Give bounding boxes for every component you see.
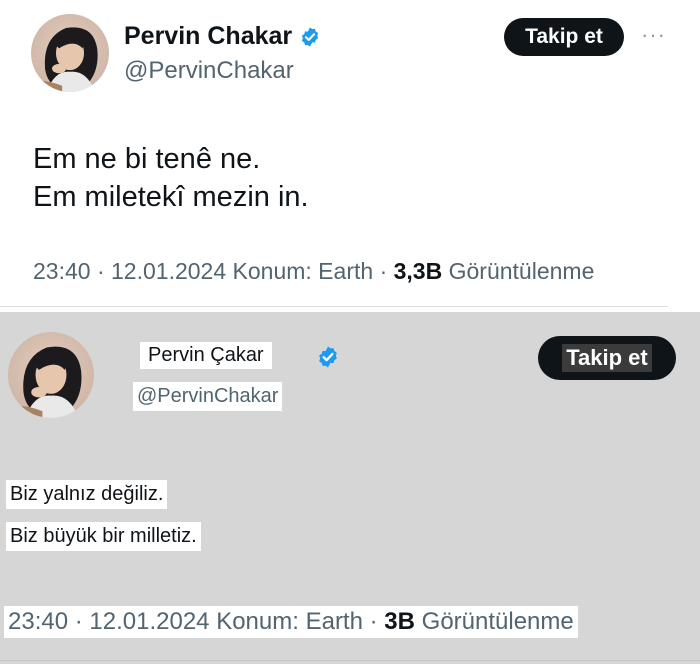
divider	[0, 660, 700, 661]
user-handle[interactable]: @PervinChakar	[133, 382, 283, 411]
avatar-photo	[31, 27, 98, 92]
follow-button[interactable]: Takip et	[538, 336, 676, 380]
avatar[interactable]	[8, 332, 94, 418]
tweet-text-line: Biz yalnız değiliz.	[6, 480, 168, 509]
tweet-text-line: Em miletekî mezin in.	[33, 181, 309, 213]
views-count: 3B	[384, 608, 415, 635]
follow-button[interactable]: Takip et	[504, 18, 624, 56]
translated-tweet: Pervin Çakar @PervinChakar Takip et Biz …	[0, 312, 700, 664]
display-name[interactable]: Pervin Çakar	[140, 342, 272, 369]
divider	[0, 306, 668, 307]
views-label: Görüntülenme	[421, 608, 574, 635]
tweet-meta: 23:40 · 12.01.2024 Konum: Earth · 3,3B G…	[33, 258, 594, 285]
tweet-text: Em ne bi tenê ne. Em miletekî mezin in.	[33, 140, 309, 216]
tweet-location: Konum: Earth	[216, 608, 363, 635]
verified-badge-icon[interactable]	[316, 345, 340, 369]
display-name[interactable]: Pervin Chakar	[124, 22, 292, 51]
meta-separator: ·	[96, 258, 105, 284]
meta-separator: ·	[74, 608, 83, 635]
avatar[interactable]	[31, 14, 109, 92]
tweet-time[interactable]: 23:40	[33, 258, 91, 284]
tweet-location: Konum: Earth	[232, 258, 374, 284]
tweet-date[interactable]: 12.01.2024	[89, 608, 209, 635]
tweet-date[interactable]: 12.01.2024	[111, 258, 226, 284]
more-horizontal-icon[interactable]: ···	[641, 22, 666, 48]
user-handle[interactable]: @PervinChakar	[124, 57, 294, 85]
tweet-meta: 23:40 · 12.01.2024 Konum: Earth · 3B Gör…	[4, 606, 578, 638]
avatar-photo	[8, 346, 82, 418]
author-name-row: Pervin Chakar	[124, 22, 321, 51]
meta-separator: ·	[379, 258, 388, 284]
views-label: Görüntülenme	[448, 258, 595, 284]
tweet-text-line: Em ne bi tenê ne.	[33, 143, 261, 175]
tweet-text-line: Biz büyük bir milletiz.	[6, 522, 201, 551]
tweet-time[interactable]: 23:40	[8, 608, 68, 635]
views-count: 3,3B	[393, 258, 443, 284]
follow-button-label: Takip et	[562, 344, 652, 372]
verified-badge-icon[interactable]	[299, 26, 321, 48]
meta-separator: ·	[369, 608, 378, 635]
original-tweet: Pervin Chakar @PervinChakar Takip et ···…	[0, 0, 700, 312]
